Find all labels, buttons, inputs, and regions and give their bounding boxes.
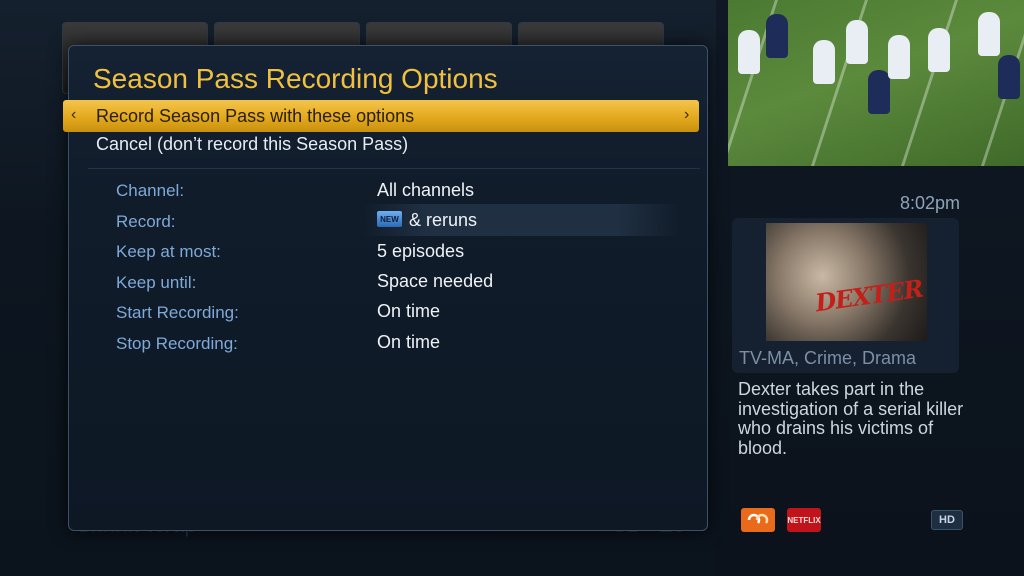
chevron-right-icon: › bbox=[684, 106, 690, 123]
record-season-pass-label[interactable]: Record Season Pass with these options bbox=[96, 106, 414, 127]
keep-until-label: Keep until: bbox=[116, 273, 197, 292]
program-poster: DEXTER bbox=[766, 223, 927, 341]
netflix-logo: NETFLIX bbox=[787, 508, 821, 532]
poster-title-text: DEXTER bbox=[813, 273, 925, 318]
start-recording-label: Start Recording: bbox=[116, 303, 239, 322]
clock-time: 8:02pm bbox=[899, 193, 960, 213]
channel-value[interactable]: All channels bbox=[377, 180, 474, 201]
channel-label: Channel: bbox=[116, 181, 185, 200]
stop-recording-label: Stop Recording: bbox=[116, 334, 238, 353]
keep-until-value[interactable]: Space needed bbox=[377, 271, 493, 292]
cancel-season-pass-option[interactable]: Cancel (don’t record this Season Pass) bbox=[96, 134, 408, 155]
dialog-title: Season Pass Recording Options bbox=[93, 63, 498, 94]
new-episodes-icon: NEW bbox=[377, 211, 402, 227]
network-logo-icon bbox=[741, 508, 775, 532]
program-description: Dexter takes part in the investigation o… bbox=[738, 379, 964, 458]
hd-badge: HD bbox=[931, 510, 963, 530]
keep-at-most-value[interactable]: 5 episodes bbox=[377, 241, 464, 262]
chevron-left-icon: ‹ bbox=[71, 106, 77, 123]
keep-at-most-label: Keep at most: bbox=[116, 242, 221, 261]
dialog-divider bbox=[88, 168, 700, 169]
start-recording-value[interactable]: On time bbox=[377, 301, 440, 322]
live-video-preview[interactable] bbox=[728, 0, 1024, 166]
program-genre: TV-MA, Crime, Drama bbox=[739, 348, 917, 368]
record-value[interactable]: & reruns bbox=[409, 210, 477, 231]
stop-recording-value[interactable]: On time bbox=[377, 332, 440, 353]
record-label: Record: bbox=[116, 212, 176, 231]
